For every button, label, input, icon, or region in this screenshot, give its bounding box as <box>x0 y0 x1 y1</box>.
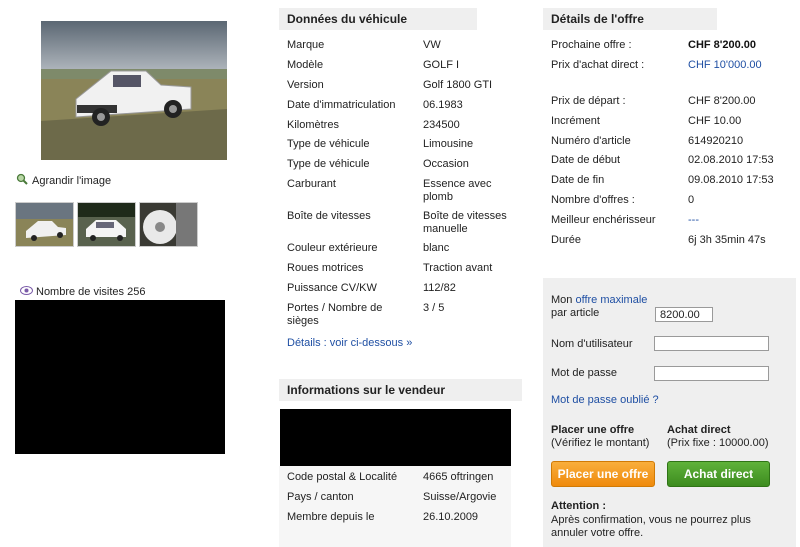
row-value: GOLF I <box>423 59 460 71</box>
per-item-label: par article <box>551 307 600 319</box>
details-see-below-link[interactable]: Détails : voir ci-dessous » <box>287 337 412 349</box>
attention-text: Après confirmation, vous ne pourrez plus… <box>551 514 751 539</box>
row-label: Durée <box>551 234 581 246</box>
row-value: 06.1983 <box>423 99 463 111</box>
row-value: Suisse/Argovie <box>423 491 497 503</box>
seller-info-header: Informations sur le vendeur <box>279 379 522 401</box>
row-value: --- <box>688 214 699 226</box>
buy-now-subtitle: (Prix fixe : 10000.00) <box>667 437 769 449</box>
redacted-area <box>280 409 511 466</box>
enlarge-image-label: Agrandir l'image <box>32 174 112 187</box>
row-label: Prix de départ : <box>551 95 626 107</box>
row-label: Code postal & Localité <box>287 471 398 483</box>
username-label: Nom d'utilisateur <box>551 338 633 350</box>
row-label: Date de fin <box>551 174 605 186</box>
next-offer-value: CHF 8'200.00 <box>688 39 757 51</box>
place-offer-title: Placer une offre <box>551 424 635 436</box>
attention-title: Attention : <box>551 500 606 512</box>
row-label: Carburant <box>287 178 336 190</box>
row-label: Version <box>287 79 324 91</box>
thumbnail-2[interactable] <box>77 202 136 247</box>
row-label: Roues motrices <box>287 262 364 274</box>
row-label: Type de véhicule <box>287 138 370 150</box>
row-value: 614920210 <box>688 135 744 147</box>
row-value: Traction avant <box>423 262 493 274</box>
thumbnail-1[interactable] <box>15 202 74 247</box>
row-value: 112/82 <box>423 282 456 294</box>
row-label: Kilomètres <box>287 119 339 131</box>
row-value: Golf 1800 GTI <box>423 79 493 91</box>
row-value: CHF 8'200.00 <box>688 95 756 107</box>
row-label: Date de début <box>551 154 621 166</box>
buy-now-price-value[interactable]: CHF 10'000.00 <box>688 59 762 71</box>
row-value: 09.08.2010 17:53 <box>688 174 774 186</box>
visit-counter: Nombre de visites 256 <box>20 286 145 298</box>
max-offer-prefix: Mon <box>551 294 573 306</box>
row-value: Essence avec plomb <box>423 178 492 203</box>
row-label: Pays / canton <box>287 491 354 503</box>
row-value: Occasion <box>423 158 469 170</box>
row-value: 02.08.2010 17:53 <box>688 154 774 166</box>
row-value: VW <box>423 39 441 51</box>
row-label: Type de véhicule <box>287 158 370 170</box>
row-value: 26.10.2009 <box>423 511 479 523</box>
buy-now-price-label: Prix d'achat direct : <box>551 59 645 71</box>
buy-now-title: Achat direct <box>667 424 731 436</box>
bid-panel: Mon offre maximale par article 8200.00 N… <box>543 278 796 547</box>
username-field[interactable] <box>654 336 769 351</box>
max-offer-input[interactable]: 8200.00 <box>655 307 713 322</box>
row-value: 6j 3h 35min 47s <box>688 234 766 246</box>
row-value: 4665 oftringen <box>423 471 494 483</box>
visit-counter-label: Nombre de visites 256 <box>36 286 146 298</box>
row-value: Limousine <box>423 138 474 150</box>
offer-details-header: Détails de l'offre <box>543 8 717 30</box>
enlarge-image-link[interactable]: Agrandir l'image <box>16 173 111 188</box>
buy-now-button[interactable]: Achat direct <box>667 461 770 487</box>
row-label: Membre depuis le <box>287 511 375 523</box>
row-value: 3 / 5 <box>423 302 445 314</box>
place-offer-button[interactable]: Placer une offre <box>551 461 655 487</box>
row-value: blanc <box>423 242 450 254</box>
row-label: Portes / Nombre de sièges <box>287 302 383 327</box>
row-value: Boîte de vitesses manuelle <box>423 210 507 235</box>
place-offer-subtitle: (Vérifiez le montant) <box>551 437 650 449</box>
max-offer-link[interactable]: offre maximale <box>575 294 647 306</box>
main-vehicle-photo[interactable] <box>41 21 227 160</box>
row-label: Date d'immatriculation <box>287 99 396 111</box>
row-label: Incrément <box>551 115 600 127</box>
redacted-area <box>15 300 225 454</box>
row-label: Numéro d'article <box>551 135 631 147</box>
eye-icon <box>20 286 33 298</box>
next-offer-label: Prochaine offre : <box>551 39 632 51</box>
max-offer-caption: Mon offre maximale par article <box>551 294 647 320</box>
row-label: Meilleur enchérisseur <box>551 214 656 226</box>
row-value: CHF 10.00 <box>688 115 742 127</box>
row-label: Modèle <box>287 59 324 71</box>
magnifier-icon <box>16 173 28 188</box>
row-value: 0 <box>688 194 695 206</box>
row-label: Boîte de vitesses <box>287 210 371 222</box>
row-label: Marque <box>287 39 325 51</box>
row-label: Puissance CV/KW <box>287 282 377 294</box>
vehicle-data-header: Données du véhicule <box>279 8 477 30</box>
row-label: Couleur extérieure <box>287 242 378 254</box>
forgot-password-link[interactable]: Mot de passe oublié ? <box>551 394 659 406</box>
password-field[interactable] <box>654 366 769 381</box>
thumbnail-strip <box>15 202 198 247</box>
password-label: Mot de passe <box>551 367 618 379</box>
row-label: Nombre d'offres : <box>551 194 635 206</box>
row-value: 234500 <box>423 119 460 131</box>
thumbnail-3[interactable] <box>139 202 198 247</box>
